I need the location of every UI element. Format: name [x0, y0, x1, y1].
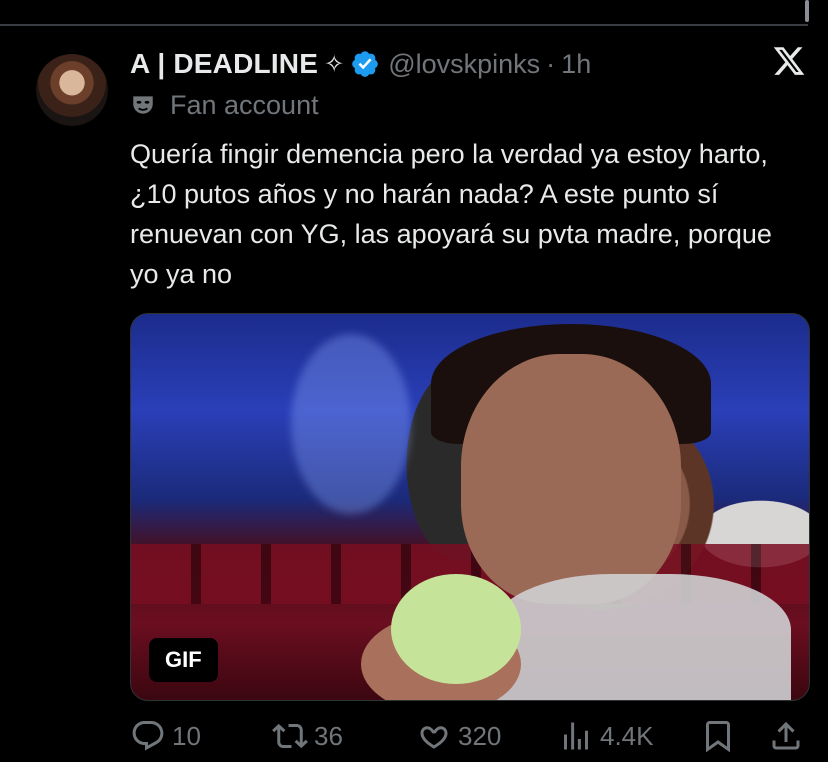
share-icon	[772, 721, 800, 750]
like-icon	[420, 726, 448, 749]
media-background	[291, 334, 411, 514]
repost-count: 36	[314, 720, 343, 751]
gif-badge: GIF	[149, 638, 218, 682]
views-icon	[564, 722, 588, 750]
avatar[interactable]	[36, 54, 108, 126]
x-logo-icon[interactable]	[772, 44, 806, 78]
handle[interactable]: @lovskpinks	[388, 49, 540, 80]
repost-icon	[272, 723, 308, 749]
reply-icon	[132, 721, 164, 751]
reply-button[interactable]: 10	[130, 716, 201, 756]
verified-badge-icon	[350, 49, 380, 79]
views-button[interactable]: 4.4K	[558, 716, 654, 756]
media-figure-face	[461, 354, 681, 604]
timestamp[interactable]: 1h	[561, 49, 591, 80]
media-figure-scarf	[491, 574, 791, 700]
share-button[interactable]	[768, 716, 810, 756]
gif-media[interactable]: GIF	[130, 313, 810, 701]
bookmark-icon	[706, 721, 730, 753]
views-count: 4.4K	[600, 720, 654, 751]
fan-account-label: Fan account	[170, 89, 319, 120]
tweet-header: A | DEADLINE ✧ @lovskpinks · 1h	[130, 44, 591, 84]
divider	[0, 24, 808, 26]
scrollbar-thumb[interactable]	[805, 0, 809, 22]
like-button[interactable]: 320	[416, 716, 501, 756]
repost-button[interactable]: 36	[272, 716, 343, 756]
account-label: Fan account	[130, 88, 319, 122]
reply-count: 10	[172, 720, 201, 751]
fan-account-mask-icon	[130, 92, 156, 118]
action-bar: 10 36 320 4.4K	[130, 716, 810, 756]
display-name[interactable]: A | DEADLINE	[130, 48, 318, 80]
bookmark-button[interactable]	[700, 716, 742, 756]
separator: ·	[546, 48, 556, 79]
like-count: 320	[458, 720, 502, 751]
tweet-text: Quería fingir demencia pero la verdad ya…	[130, 139, 772, 289]
tweet-card: A | DEADLINE ✧ @lovskpinks · 1h Fan acco…	[0, 0, 828, 762]
media-apple	[391, 574, 521, 684]
sparkle-icon: ✧	[324, 50, 345, 78]
